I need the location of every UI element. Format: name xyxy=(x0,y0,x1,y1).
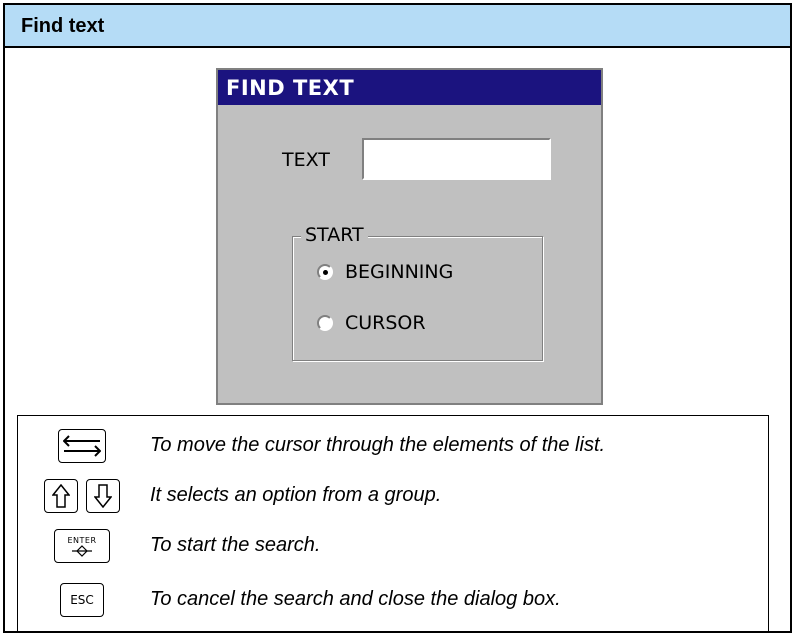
down-arrow-key-icon xyxy=(86,479,120,513)
radio-option-cursor[interactable]: CURSOR xyxy=(317,312,426,334)
search-text-input[interactable] xyxy=(362,138,551,180)
radio-beginning-icon[interactable] xyxy=(317,264,333,280)
key-cell-esc: ESC xyxy=(18,580,146,620)
key-row-esc: ESC To cancel the search and close the d… xyxy=(18,580,768,620)
radio-cursor-icon[interactable] xyxy=(317,315,333,331)
radio-option-beginning[interactable]: BEGINNING xyxy=(317,261,453,283)
radio-beginning-label: BEGINNING xyxy=(345,261,454,283)
dialog-titlebar: FIND TEXT xyxy=(218,70,601,105)
start-group-title: START xyxy=(301,224,368,246)
enter-key-icon: ENTER xyxy=(54,529,110,563)
esc-key-icon: ESC xyxy=(60,583,104,617)
key-description: It selects an option from a group. xyxy=(150,484,442,506)
tab-key-icon xyxy=(58,429,106,463)
section-header: Find text xyxy=(5,5,790,48)
key-cell-updown xyxy=(18,476,146,516)
find-text-frame: Find text FIND TEXT TEXT START BEGINNING… xyxy=(3,3,792,633)
enter-key-label: ENTER xyxy=(67,535,97,545)
up-arrow-key-icon xyxy=(44,479,78,513)
key-description: To move the cursor through the elements … xyxy=(150,434,606,456)
esc-key-label: ESC xyxy=(70,593,94,607)
dialog-title: FIND TEXT xyxy=(226,76,355,100)
key-row-enter: ENTER To start the search. xyxy=(18,526,768,566)
key-row-updown: It selects an option from a group. xyxy=(18,476,768,516)
find-text-dialog: FIND TEXT TEXT START BEGINNING CURSOR xyxy=(216,68,603,405)
radio-cursor-label: CURSOR xyxy=(345,312,426,334)
start-groupbox: START BEGINNING CURSOR xyxy=(292,224,543,361)
key-cell-enter: ENTER xyxy=(18,526,146,566)
key-cell-tab xyxy=(18,426,146,466)
key-legend-table: To move the cursor through the elements … xyxy=(17,415,769,633)
key-description: To cancel the search and close the dialo… xyxy=(150,588,561,610)
text-field-label: TEXT xyxy=(282,149,330,171)
key-description: To start the search. xyxy=(150,534,321,556)
key-row-tab: To move the cursor through the elements … xyxy=(18,426,768,466)
section-title: Find text xyxy=(21,15,105,37)
